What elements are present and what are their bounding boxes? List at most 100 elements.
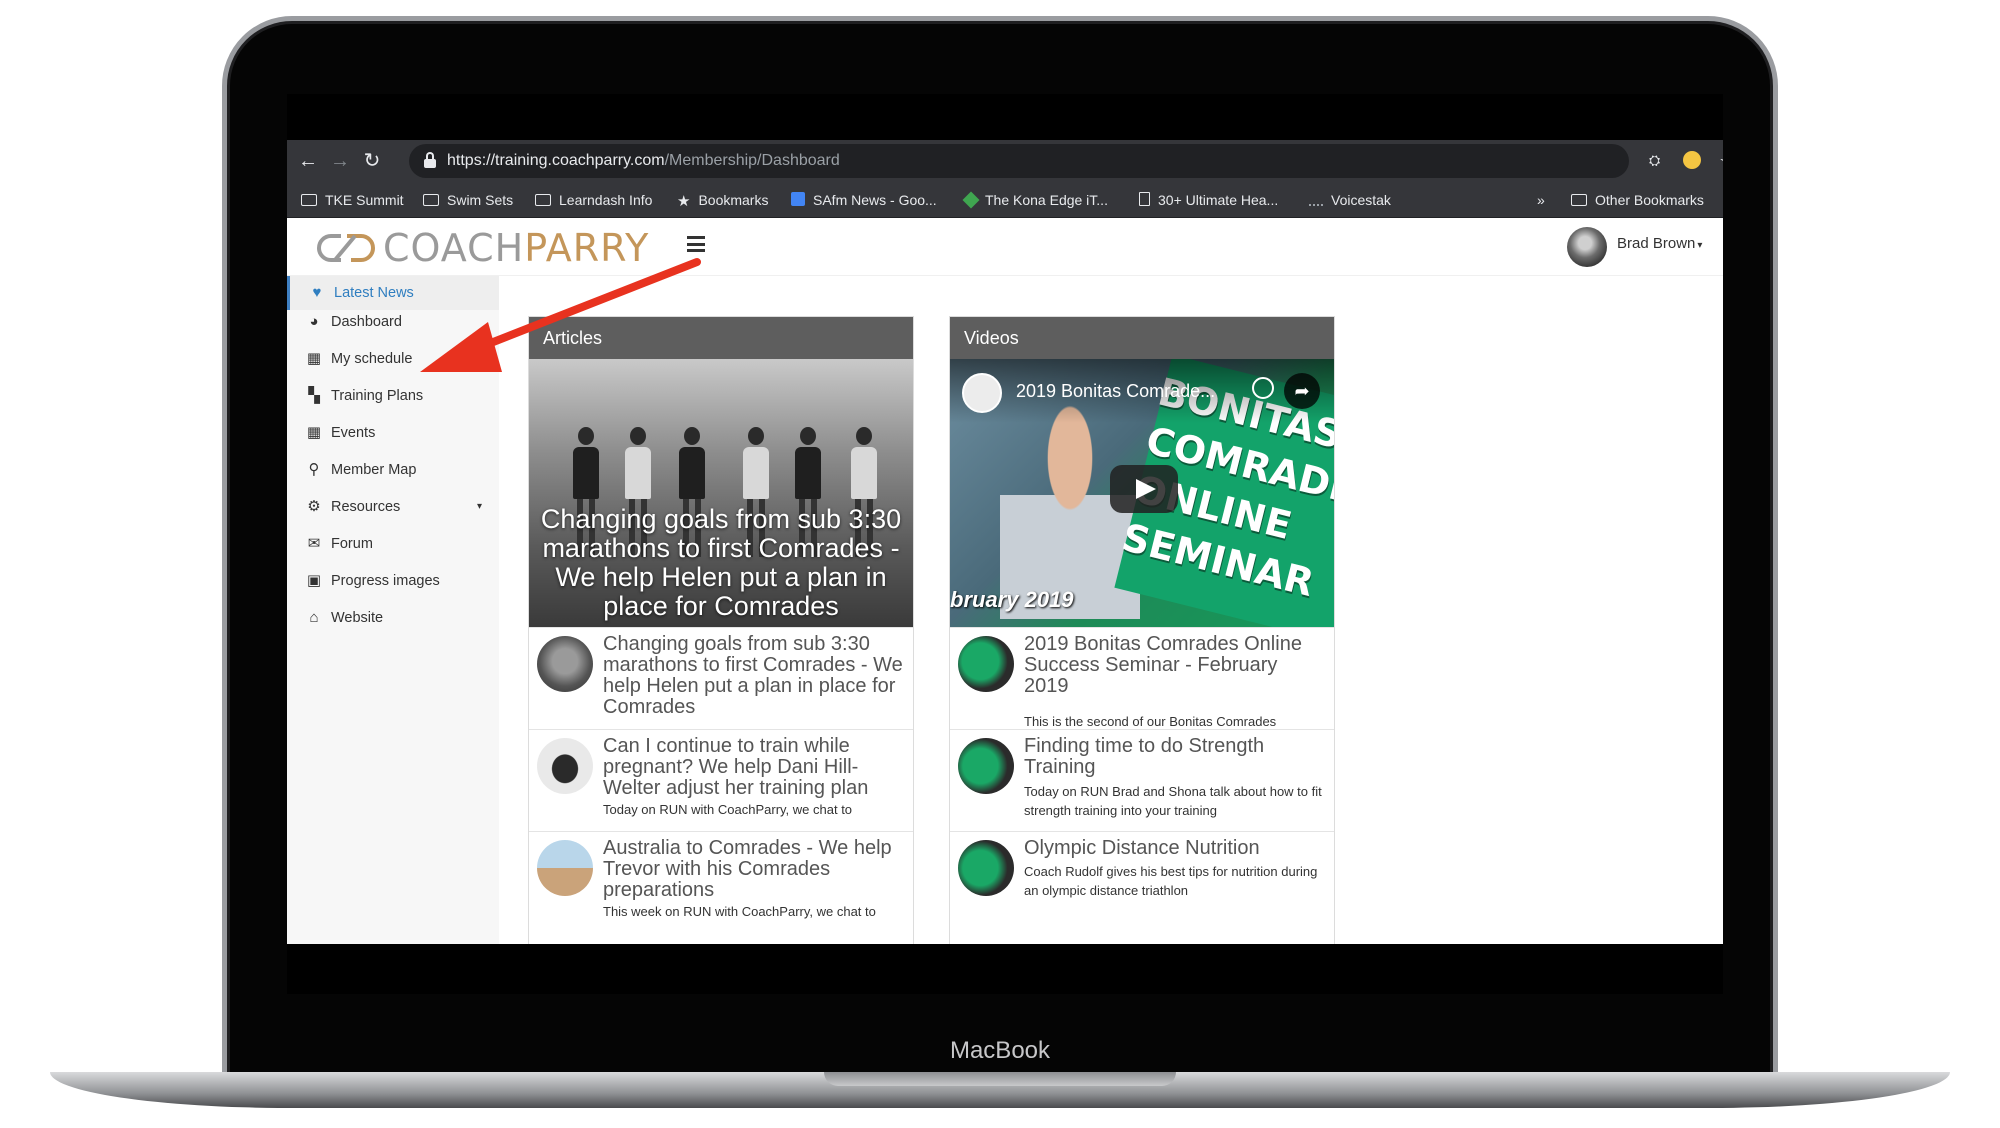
list-item[interactable]: Finding time to do Strength Training Tod… [950, 729, 1334, 831]
video-player[interactable]: BONITAS COMRADES ONLINE SEMINAR 2019 Bon… [950, 359, 1334, 627]
bookmark-label: 30+ Ultimate Hea... [1158, 192, 1279, 208]
caret-down-icon[interactable]: ▾ [477, 490, 482, 524]
url-host: https://training.coachparry.com [447, 152, 665, 169]
bookmarks-bar: TKE Summit Swim Sets Learndash Info ★ Boo… [287, 182, 1723, 218]
folder-icon [423, 194, 439, 206]
sidebar-item-label: Resources [331, 499, 401, 515]
reload-icon[interactable]: ↻ [357, 146, 387, 176]
bookmark-label: TKE Summit [325, 192, 404, 208]
sidebar-item-member-map[interactable]: ⚲ Member Map [287, 453, 499, 487]
play-button[interactable] [1110, 465, 1178, 513]
sidebar-item-label: Member Map [331, 462, 417, 478]
list-item[interactable]: Can I continue to train while pregnant? … [529, 729, 913, 831]
bookmark-label: Voicestak [1331, 192, 1391, 208]
sidebar-item-events[interactable]: ▦ Events [287, 416, 499, 450]
list-item[interactable]: Changing goals from sub 3:30 marathons t… [529, 627, 913, 729]
coachparry-logo[interactable]: COACHPARRY [317, 226, 649, 270]
comments-icon: ✉ [307, 535, 321, 552]
video-item-title[interactable]: Finding time to do Strength Training [1024, 736, 1324, 778]
bookmark-other-bookmarks[interactable]: Other Bookmarks [1571, 182, 1704, 218]
bookmark-ultimate-hea[interactable]: 30+ Ultimate Hea... [1139, 182, 1278, 218]
bookmark-voicestak[interactable]: Voicestak [1309, 182, 1391, 218]
bookmark-label: Learndash Info [559, 192, 653, 208]
sidebar-item-website[interactable]: ⌂ Website [287, 601, 499, 635]
video-thumbnail [958, 636, 1014, 692]
page: COACHPARRY Brad Brown ▾ ♥ Latest News ◕ Das… [287, 218, 1723, 944]
articles-hero-caption[interactable]: Changing goals from sub 3:30 marathons t… [539, 505, 903, 621]
home-icon: ⌂ [309, 609, 319, 626]
video-item-description: This is the second of our Bonitas Comrad… [1024, 714, 1277, 729]
list-item[interactable]: Australia to Comrades - We help Trevor w… [529, 831, 913, 933]
articles-hero[interactable]: Changing goals from sub 3:30 marathons t… [529, 359, 913, 627]
dots-icon [1309, 204, 1323, 206]
article-title[interactable]: Can I continue to train while pregnant? … [603, 736, 903, 799]
bookmark-tke-summit[interactable]: TKE Summit [301, 182, 404, 218]
cogs-icon: ⚙ [307, 498, 321, 515]
video-item-title[interactable]: Olympic Distance Nutrition [1024, 838, 1324, 859]
bookmark-safm-news[interactable]: SAfm News - Goo... [791, 182, 937, 218]
sidebar-item-training-plans[interactable]: ▚ Training Plans [287, 379, 499, 413]
dashboard-icon: ◕ [309, 313, 319, 330]
calendar-icon: ▦ [306, 350, 322, 367]
video-thumbnail [958, 738, 1014, 794]
videos-panel: Videos BONITAS COMRADES ONLINE SEMINAR 2… [949, 316, 1335, 944]
user-name: Brad Brown [1617, 235, 1696, 252]
article-thumbnail [537, 840, 593, 896]
sidebar: ♥ Latest News ◕ Dashboard ▦ My schedule ▚ Tr… [287, 276, 499, 944]
hamburger-menu-icon[interactable] [687, 236, 705, 252]
sidebar-item-label: Events [331, 425, 376, 441]
bookmark-swim-sets[interactable]: Swim Sets [423, 182, 513, 218]
forward-icon[interactable]: → [325, 146, 355, 176]
extension-icon[interactable]: ⛭ [1649, 152, 1667, 168]
logo-coach: COACH [383, 226, 525, 270]
article-thumbnail [537, 738, 593, 794]
profile-icon[interactable] [1683, 151, 1701, 169]
back-icon[interactable]: ← [293, 146, 323, 176]
sidebar-item-label: Dashboard [331, 314, 402, 330]
share-icon[interactable]: ➦ [1284, 373, 1320, 409]
address-bar[interactable]: https://training.coachparry.com/Membersh… [409, 144, 1723, 178]
logo-text: COACHPARRY [383, 226, 649, 270]
video-item-description: Coach Rudolf gives his best tips for nut… [1024, 864, 1318, 898]
sidebar-item-dashboard[interactable]: ◕ Dashboard [287, 305, 499, 339]
lock-icon [423, 152, 437, 168]
star-icon[interactable]: ☆ [1719, 150, 1723, 174]
channel-avatar[interactable] [962, 373, 1002, 413]
bookmarks-overflow-button[interactable]: » [1537, 182, 1545, 218]
avatar[interactable] [1567, 227, 1607, 267]
list-item[interactable]: Olympic Distance Nutrition Coach Rudolf … [950, 831, 1334, 933]
url-path: /Membership/Dashboard [664, 152, 840, 169]
user-menu[interactable]: Brad Brown ▾ [1617, 235, 1702, 252]
calendar-icon: ▦ [306, 424, 322, 441]
sidebar-item-progress-images[interactable]: ▣ Progress images [287, 564, 499, 598]
videos-heading: Videos [950, 317, 1334, 359]
video-title[interactable]: 2019 Bonitas Comrade... [1016, 381, 1215, 402]
bookmark-kona-edge[interactable]: The Kona Edge iT... [962, 182, 1108, 218]
bookmark-learndash-info[interactable]: Learndash Info [535, 182, 652, 218]
logo-mark-icon [317, 234, 375, 262]
document-icon [1139, 192, 1150, 206]
screen: ← → ↻ https://training.coachparry.com/Me… [287, 94, 1723, 994]
sidebar-item-my-schedule[interactable]: ▦ My schedule [287, 342, 499, 376]
logo-parry: PARRY [524, 226, 650, 270]
image-icon: ▣ [306, 572, 322, 589]
bookmark-label: Other Bookmarks [1595, 192, 1704, 208]
sidebar-item-forum[interactable]: ✉ Forum [287, 527, 499, 561]
folder-icon [1571, 194, 1587, 206]
video-item-title[interactable]: 2019 Bonitas Comrades Online Success Sem… [1024, 634, 1324, 697]
article-title[interactable]: Changing goals from sub 3:30 marathons t… [603, 634, 903, 718]
url-text[interactable]: https://training.coachparry.com/Membersh… [447, 144, 840, 178]
sidebar-item-label: Progress images [331, 573, 440, 589]
articles-panel: Articles Changing goals from sub 3:30 ma… [528, 316, 914, 944]
watch-later-icon[interactable] [1252, 377, 1274, 399]
stage: MacBook ← → ↻ https://training.coachparr… [0, 0, 2000, 1128]
articles-heading: Articles [529, 317, 913, 359]
video-date: bruary 2019 [950, 587, 1074, 612]
bookmark-bookmarks[interactable]: ★ Bookmarks [677, 182, 768, 218]
sidebar-item-label: My schedule [331, 351, 413, 367]
page-header: COACHPARRY Brad Brown ▾ [287, 218, 1723, 276]
sidebar-item-resources[interactable]: ⚙ Resources ▾ [287, 490, 499, 524]
article-description: Today on RUN with CoachParry, we chat to [603, 802, 853, 817]
article-title[interactable]: Australia to Comrades - We help Trevor w… [603, 838, 903, 901]
list-item[interactable]: 2019 Bonitas Comrades Online Success Sem… [950, 627, 1334, 729]
